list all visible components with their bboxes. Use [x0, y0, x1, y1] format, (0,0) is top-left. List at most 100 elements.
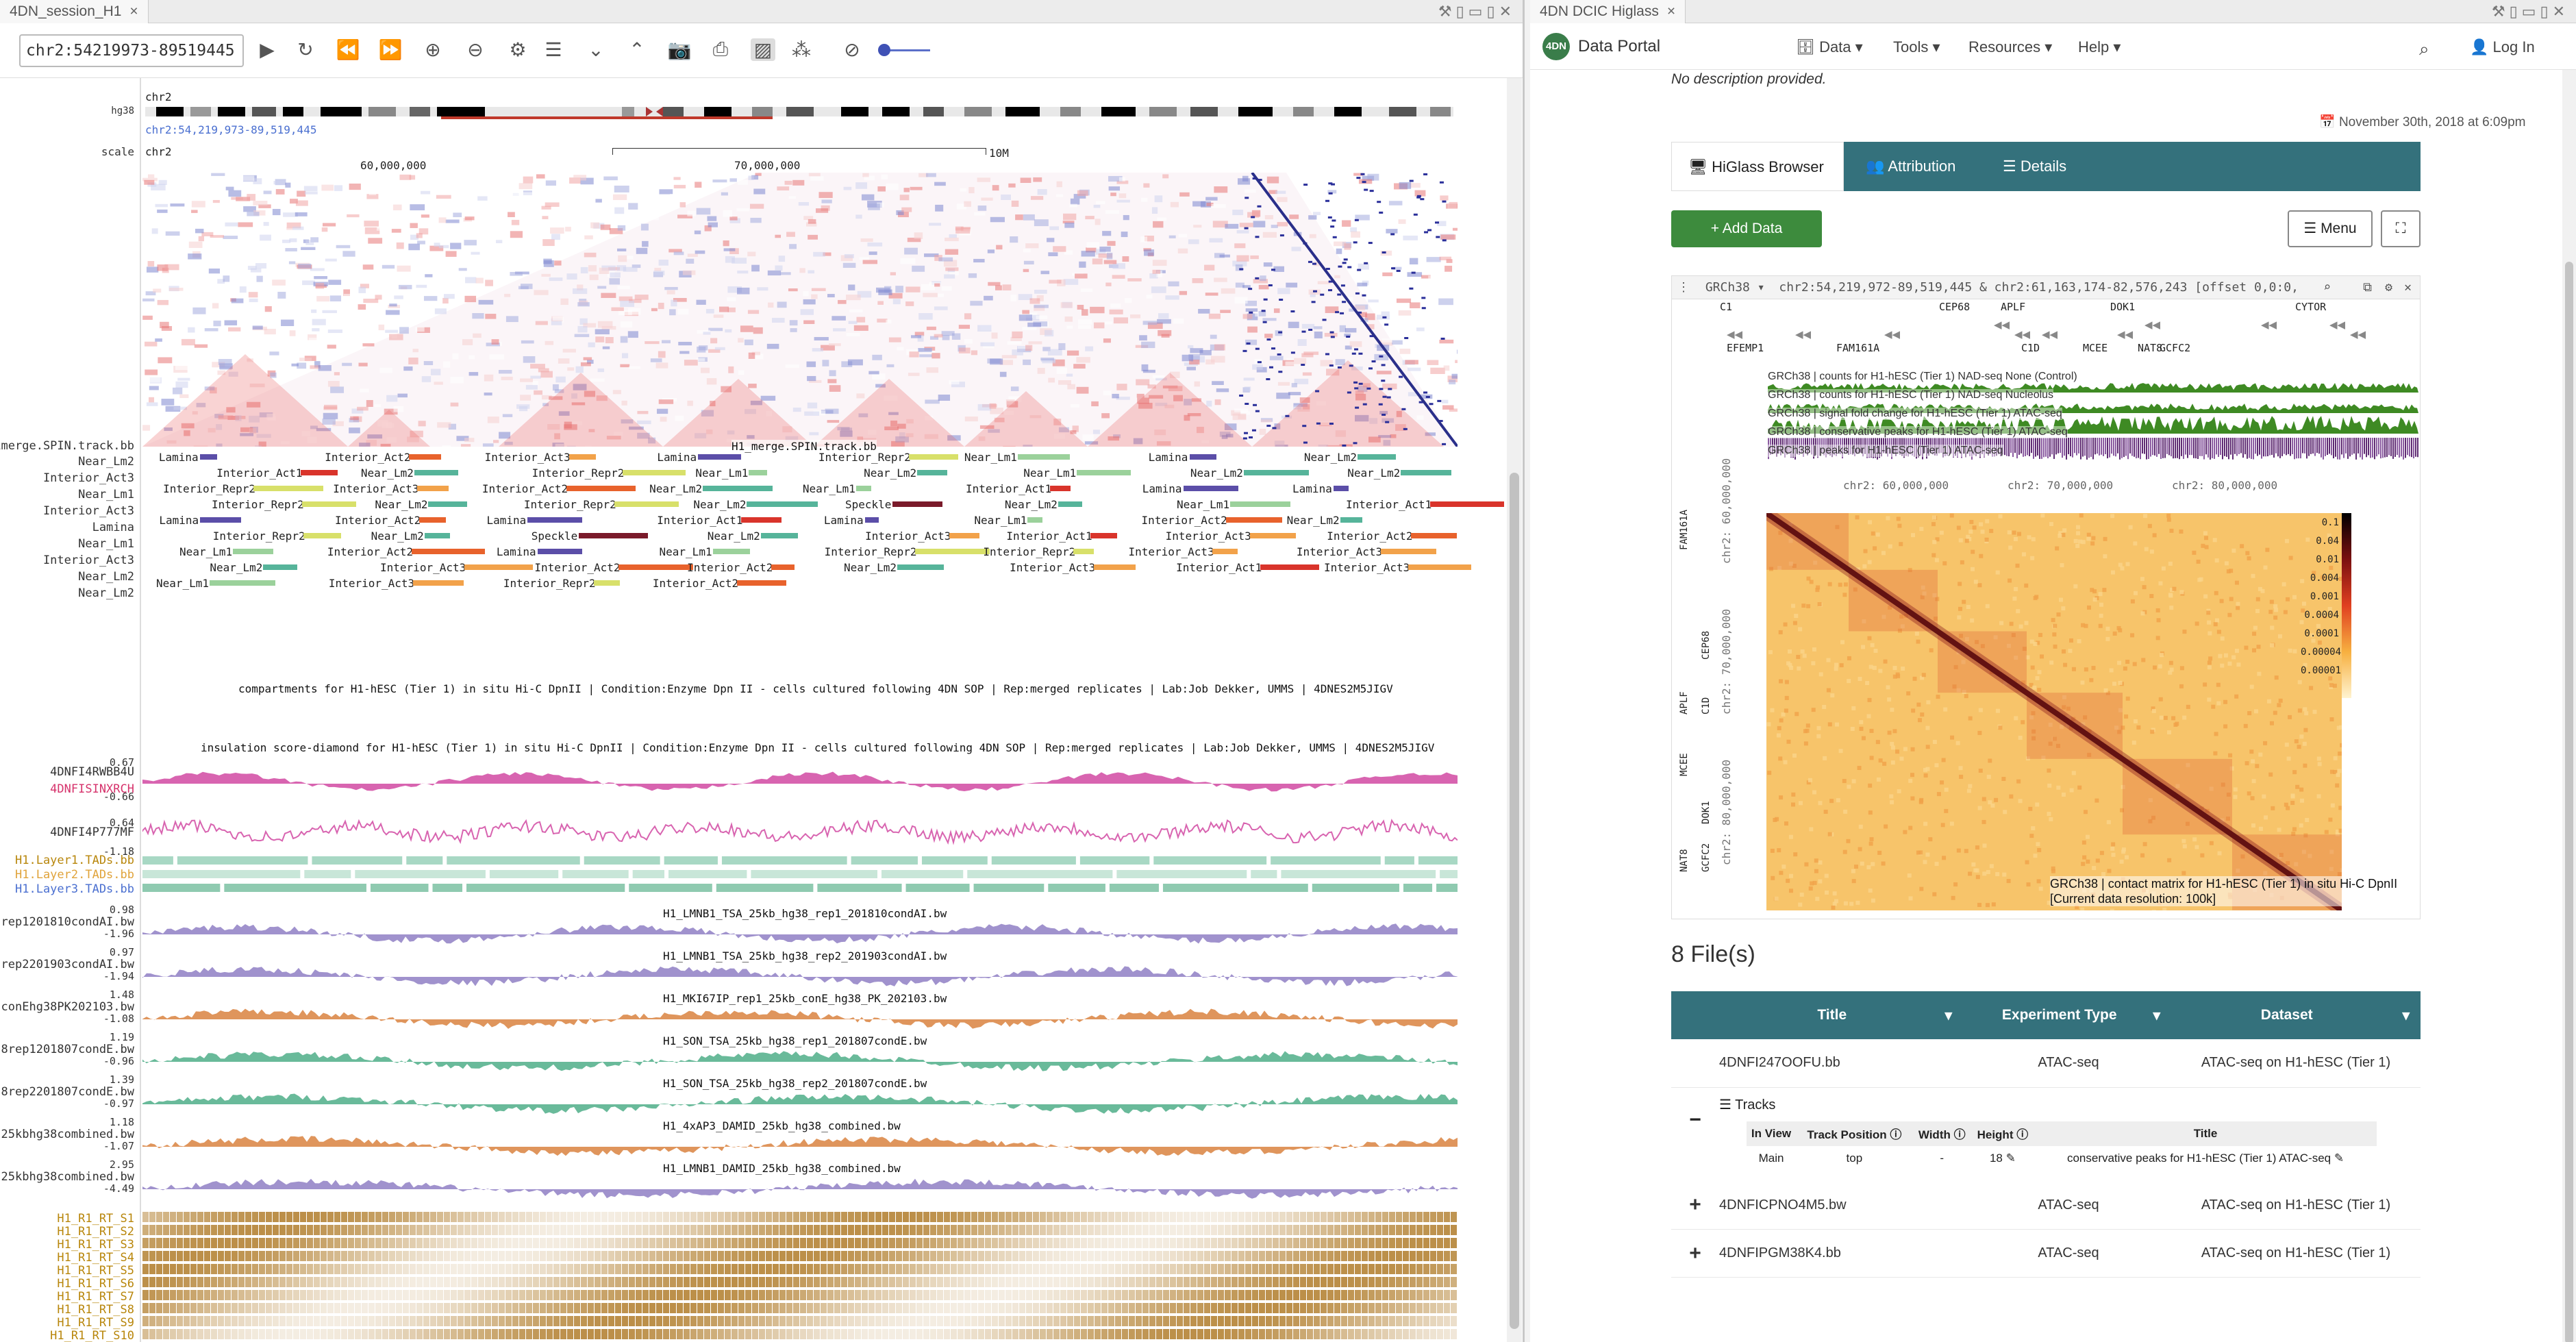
- replication-timing-tracks[interactable]: [142, 1133, 1458, 1342]
- hic-contact-heatmap[interactable]: [1766, 513, 2342, 910]
- spin-segment[interactable]: [417, 486, 449, 491]
- gene-label[interactable]: DOK1: [2110, 301, 2135, 313]
- nav-tools[interactable]: Tools ▾: [1893, 38, 1940, 56]
- close-icon[interactable]: ×: [1667, 3, 1675, 19]
- gene-label[interactable]: MCEE: [2083, 342, 2108, 354]
- spin-segment[interactable]: [1380, 549, 1436, 554]
- spin-segment[interactable]: [949, 533, 979, 538]
- nav-resources[interactable]: Resources ▾: [1968, 38, 2052, 56]
- higlass-view[interactable]: ⋮ GRCh38 ▾ chr2:54,219,972-89,519,445 & …: [1671, 275, 2421, 919]
- spin-segment[interactable]: [1260, 564, 1319, 570]
- spin-segment[interactable]: [1401, 470, 1452, 475]
- spin-segment[interactable]: [892, 501, 942, 507]
- copy-icon[interactable]: ⧉: [2363, 276, 2372, 299]
- spin-segment[interactable]: [864, 517, 879, 523]
- gene-annotations[interactable]: C1 CEP68 APLF DOK1 CYTOR EFEMP1 FAM161A C1D MCEE…: [1672, 299, 2421, 375]
- search-icon[interactable]: ⌕: [2419, 38, 2429, 60]
- spin-segment[interactable]: [253, 486, 324, 491]
- tracks-area[interactable]: chr2 chr2:54,219,973-89,519,445 chr2 10M…: [142, 78, 1504, 1342]
- spin-segment[interactable]: [593, 580, 620, 586]
- tab-attribution[interactable]: 👥 Attribution: [1849, 142, 1972, 191]
- spin-segment[interactable]: [409, 454, 442, 460]
- view-locus[interactable]: chr2:54,219,972-89,519,445 & chr2:61,163…: [1779, 280, 2299, 295]
- spin-segment[interactable]: [1077, 470, 1131, 475]
- tab-details[interactable]: ☰ Details: [1986, 142, 2083, 191]
- gene-label[interactable]: APLF: [2001, 301, 2025, 313]
- tab-higlass-browser[interactable]: 🖥 HiGlass Browser: [1671, 142, 1844, 191]
- unlink-icon[interactable]: ⊘: [840, 38, 864, 61]
- spin-segment[interactable]: [537, 549, 582, 554]
- spin-segment[interactable]: [411, 549, 486, 554]
- spin-segment[interactable]: [1249, 533, 1297, 538]
- spin-segment[interactable]: [1357, 454, 1397, 460]
- spin-segment[interactable]: [698, 454, 742, 460]
- spin-segment[interactable]: [1230, 501, 1291, 507]
- spin-segment[interactable]: [566, 486, 636, 491]
- nav-data[interactable]: 🗄 Data ▾: [1796, 38, 1863, 56]
- spin-segment[interactable]: [1243, 470, 1309, 475]
- zoom-in-icon[interactable]: ⊕: [421, 38, 445, 61]
- search-icon[interactable]: ⌕: [2323, 276, 2331, 299]
- spin-segment[interactable]: [771, 564, 795, 570]
- left-scroll-thumb[interactable]: [1510, 473, 1519, 1329]
- signal-tracks[interactable]: [1672, 372, 2421, 475]
- gene-label[interactable]: C1: [1720, 301, 1732, 313]
- bigwig-track[interactable]: [142, 1041, 1458, 1082]
- refresh-icon[interactable]: ↻: [293, 38, 318, 61]
- spin-segment[interactable]: [1058, 501, 1083, 507]
- window-controls[interactable]: ⚒▯▭▯✕: [1438, 3, 1516, 21]
- bigwig-track[interactable]: [142, 999, 1458, 1040]
- spin-segment[interactable]: [622, 470, 686, 475]
- spin-segment[interactable]: [301, 470, 338, 475]
- right-tab[interactable]: 4DN DCIC Higlass ×: [1530, 0, 1686, 23]
- spin-segment[interactable]: [1408, 564, 1471, 570]
- spin-segment[interactable]: [464, 564, 533, 570]
- spin-segment[interactable]: [618, 564, 693, 570]
- spin-segment[interactable]: [1090, 533, 1117, 538]
- hatch-icon[interactable]: ▨: [751, 38, 775, 61]
- spin-segment[interactable]: [578, 533, 649, 538]
- spin-segment[interactable]: [303, 533, 341, 538]
- portal-brand[interactable]: Data Portal: [1578, 37, 1660, 56]
- add-data-button[interactable]: + Add Data: [1671, 210, 1822, 247]
- gene-label[interactable]: EFEMP1: [1727, 342, 1764, 354]
- spin-segment[interactable]: [412, 580, 464, 586]
- spin-segment[interactable]: [749, 470, 768, 475]
- zoom-slider-knob[interactable]: [878, 44, 890, 56]
- gene-label[interactable]: CYTOR: [2295, 301, 2326, 313]
- spin-segment[interactable]: [1027, 517, 1043, 523]
- spin-segment[interactable]: [199, 454, 218, 460]
- nav-help[interactable]: Help ▾: [2078, 38, 2121, 56]
- gene-label[interactable]: FAM161A: [1836, 342, 1879, 354]
- tad-tracks[interactable]: [142, 851, 1458, 906]
- gear-icon[interactable]: ⚙: [505, 38, 530, 61]
- spin-segment[interactable]: [1017, 454, 1070, 460]
- spin-segment[interactable]: [1340, 517, 1363, 523]
- spin-segment[interactable]: [1429, 501, 1504, 507]
- spin-segment[interactable]: [419, 517, 447, 523]
- back-icon[interactable]: ⏪: [336, 38, 360, 61]
- spin-segment[interactable]: [233, 549, 273, 554]
- spin-segment[interactable]: [263, 564, 297, 570]
- bigwig-track[interactable]: [142, 914, 1458, 955]
- genome-select[interactable]: GRCh38: [1705, 280, 1750, 295]
- gene-label[interactable]: NAT8: [2138, 342, 2162, 354]
- chevron-down-icon[interactable]: ⌄: [584, 38, 608, 61]
- spin-segment[interactable]: [736, 580, 787, 586]
- camera-icon[interactable]: 📷: [667, 38, 692, 61]
- spin-segment[interactable]: [414, 470, 459, 475]
- spin-segment[interactable]: [568, 454, 597, 460]
- spin-segment[interactable]: [424, 533, 450, 538]
- login-link[interactable]: 👤 Log In: [2470, 38, 2535, 56]
- spin-segment[interactable]: [200, 517, 241, 523]
- spin-segment[interactable]: [614, 501, 679, 507]
- spin-segment[interactable]: [210, 580, 276, 586]
- spin-segment[interactable]: [703, 486, 773, 491]
- spin-segment[interactable]: [428, 501, 467, 507]
- forward-icon[interactable]: ⏩: [378, 38, 403, 61]
- menu-button[interactable]: ☰ Menu: [2288, 210, 2373, 247]
- drag-handle-icon[interactable]: ⋮: [1677, 280, 1690, 295]
- print-icon[interactable]: ⎙: [708, 38, 733, 61]
- compartment-track[interactable]: [142, 763, 1458, 804]
- bigwig-track[interactable]: [142, 1084, 1458, 1125]
